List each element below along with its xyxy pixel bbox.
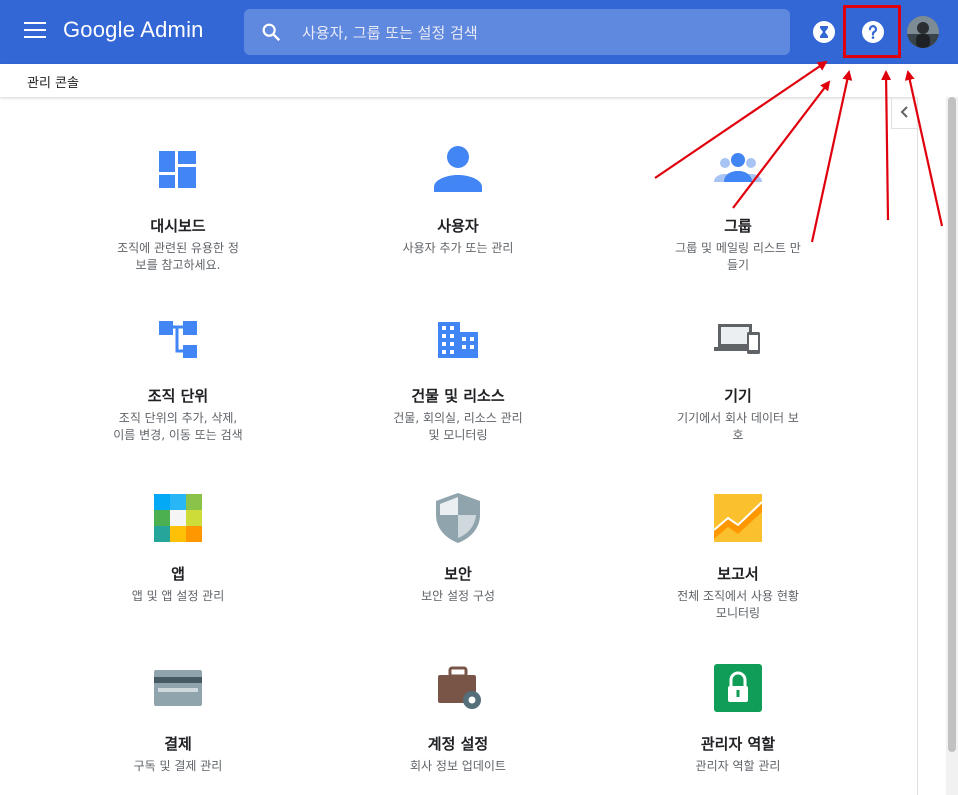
card-devices[interactable]: 기기 기기에서 회사 데이터 보호	[628, 310, 848, 444]
card-description: 전체 조직에서 사용 현황 모니터링	[677, 589, 799, 620]
security-shield-icon	[436, 493, 480, 543]
card-description: 기기에서 회사 데이터 보호	[677, 411, 799, 442]
card-billing[interactable]: 결제 구독 및 결제 관리	[68, 658, 288, 775]
user-icon	[434, 146, 482, 192]
card-account-settings[interactable]: 계정 설정 회사 정보 업데이트	[348, 658, 568, 775]
card-admin-roles[interactable]: 관리자 역할 관리자 역할 관리	[628, 658, 848, 775]
card-description: 구독 및 결제 관리	[133, 759, 223, 773]
devices-icon	[714, 324, 760, 354]
card-title: 기기	[724, 387, 752, 405]
card-description: 그룹 및 메일링 리스트 만들기	[675, 241, 801, 272]
search-box[interactable]	[244, 9, 790, 55]
card-groups[interactable]: 그룹 그룹 및 메일링 리스트 만들기	[628, 140, 848, 274]
top-app-bar: Google Admin	[0, 0, 958, 64]
card-title: 계정 설정	[427, 735, 489, 753]
card-title: 보고서	[717, 565, 759, 583]
card-apps[interactable]: 앱 앱 및 앱 설정 관리	[68, 488, 288, 605]
card-description: 관리자 역할 관리	[695, 759, 781, 773]
dashboard-icon	[159, 151, 196, 188]
card-description: 앱 및 앱 설정 관리	[131, 589, 225, 603]
card-users[interactable]: 사용자 사용자 추가 또는 관리	[348, 140, 568, 257]
chevron-left-icon	[900, 106, 908, 118]
search-icon	[262, 23, 281, 42]
card-title: 앱	[171, 565, 185, 583]
card-description: 사용자 추가 또는 관리	[402, 241, 514, 255]
card-title: 그룹	[724, 217, 752, 235]
account-settings-icon	[438, 666, 481, 709]
card-dashboard[interactable]: 대시보드 조직에 관련된 유용한 정보를 참고하세요.	[68, 140, 288, 274]
main-menu-icon[interactable]	[24, 22, 46, 42]
reports-chart-icon	[713, 494, 763, 542]
annotation-highlight-box	[843, 5, 901, 58]
card-reports[interactable]: 보고서 전체 조직에서 사용 현황 모니터링	[628, 488, 848, 622]
collapse-panel-button[interactable]	[891, 97, 917, 129]
billing-card-icon	[154, 670, 202, 706]
card-title: 사용자	[437, 217, 479, 235]
org-unit-icon	[159, 321, 197, 358]
card-title: 관리자 역할	[700, 735, 776, 753]
breadcrumb: 관리 콘솔	[27, 76, 79, 91]
building-icon	[438, 322, 478, 358]
scrollbar-thumb[interactable]	[948, 97, 956, 752]
card-buildings[interactable]: 건물 및 리소스 건물, 회의실, 리소스 관리 및 모니터링	[348, 310, 568, 444]
search-input[interactable]	[300, 17, 774, 49]
avatar[interactable]	[907, 16, 939, 48]
admin-roles-lock-icon	[714, 664, 762, 712]
card-description: 조직에 관련된 유용한 정보를 참고하세요.	[117, 241, 239, 272]
card-title: 결제	[164, 735, 192, 753]
card-org-units[interactable]: 조직 단위 조직 단위의 추가, 삭제, 이름 변경, 이동 또는 검색	[68, 310, 288, 444]
app-logo[interactable]: Google Admin	[63, 17, 204, 43]
hourglass-icon[interactable]	[812, 20, 836, 44]
card-security[interactable]: 보안 보안 설정 구성	[348, 488, 568, 605]
card-description: 보안 설정 구성	[421, 589, 495, 603]
breadcrumb-bar: 관리 콘솔	[0, 64, 958, 97]
group-icon	[714, 153, 762, 182]
apps-icon	[154, 494, 202, 542]
card-description: 조직 단위의 추가, 삭제, 이름 변경, 이동 또는 검색	[113, 411, 243, 442]
card-title: 보안	[444, 565, 472, 583]
card-title: 조직 단위	[147, 387, 209, 405]
card-title: 대시보드	[150, 217, 206, 235]
card-description: 회사 정보 업데이트	[410, 759, 506, 773]
avatar-photo-icon	[907, 16, 939, 48]
card-title: 건물 및 리소스	[411, 387, 505, 405]
card-description: 건물, 회의실, 리소스 관리 및 모니터링	[393, 411, 523, 442]
